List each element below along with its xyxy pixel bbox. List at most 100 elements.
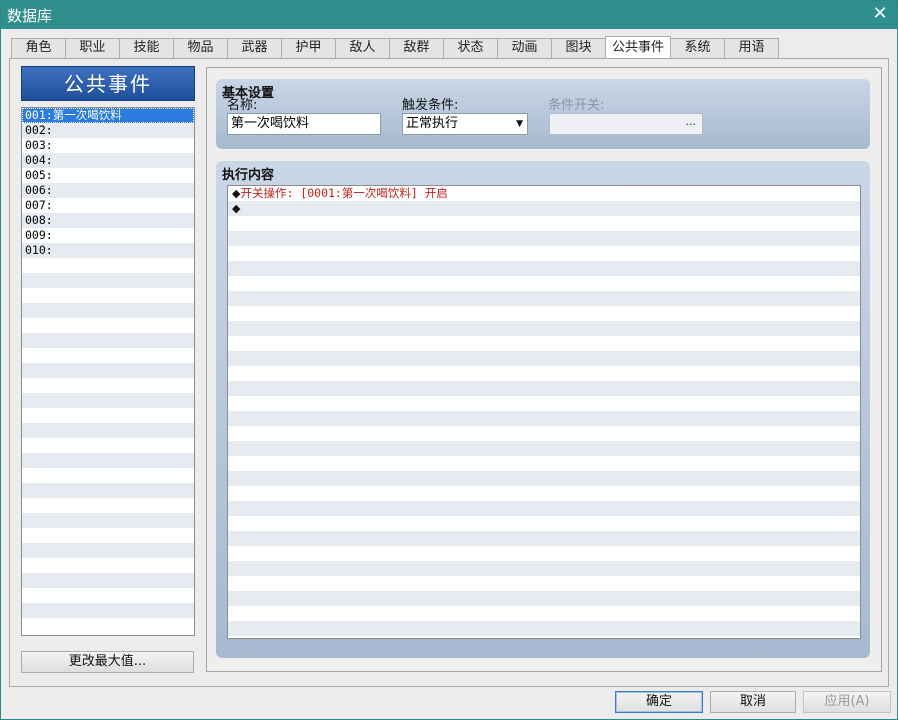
name-field[interactable]: 第一次喝饮料 [227, 113, 381, 135]
window-title: 数据库 [7, 7, 53, 25]
list-item[interactable]: 010: [22, 243, 194, 258]
tab-bar: 角色 职业 技能 物品 武器 护甲 敌人 敌群 状态 动画 图块 公共事件 系统 用语 [11, 36, 779, 58]
list-item[interactable] [22, 288, 194, 303]
tab-8[interactable]: 状态 [443, 38, 498, 58]
list-item[interactable] [22, 363, 194, 378]
list-item[interactable] [22, 528, 194, 543]
command-row[interactable] [228, 396, 860, 411]
command-row[interactable]: ◆ [228, 201, 860, 216]
command-row[interactable] [228, 576, 860, 591]
common-event-list[interactable]: 001:第一次喝饮料 002: 003: 004: 005: 006: 007: 008: 00… [21, 107, 195, 636]
trigger-dropdown[interactable]: 正常执行 ▼ [402, 113, 528, 135]
command-row[interactable] [228, 216, 860, 231]
list-item[interactable] [22, 273, 194, 288]
command-row[interactable] [228, 561, 860, 576]
close-icon[interactable]: ✕ [869, 3, 891, 25]
tab-2[interactable]: 技能 [119, 38, 174, 58]
change-max-button[interactable]: 更改最大值... [21, 651, 194, 673]
list-item[interactable] [22, 258, 194, 273]
name-label: 名称: [227, 98, 258, 113]
list-item[interactable] [22, 348, 194, 363]
switch-field: ... [549, 113, 703, 135]
command-row[interactable] [228, 381, 860, 396]
list-item[interactable]: 007: [22, 198, 194, 213]
list-item[interactable] [22, 588, 194, 603]
chevron-down-icon: ▼ [516, 119, 523, 129]
list-item[interactable] [22, 603, 194, 618]
command-row[interactable] [228, 366, 860, 381]
tab-11[interactable]: 公共事件 [605, 36, 671, 58]
command-row[interactable] [228, 411, 860, 426]
list-item[interactable] [22, 468, 194, 483]
command-row[interactable] [228, 531, 860, 546]
list-item[interactable]: 003: [22, 138, 194, 153]
tab-7[interactable]: 敌群 [389, 38, 444, 58]
tab-0[interactable]: 角色 [11, 38, 66, 58]
command-row[interactable] [228, 246, 860, 261]
tab-10[interactable]: 图块 [551, 38, 606, 58]
cancel-button[interactable]: 取消 [710, 691, 796, 713]
command-row[interactable] [228, 336, 860, 351]
list-item[interactable] [22, 408, 194, 423]
command-row[interactable] [228, 621, 860, 636]
list-item[interactable] [22, 393, 194, 408]
list-item[interactable]: 002: [22, 123, 194, 138]
command-row[interactable] [228, 291, 860, 306]
ok-button[interactable]: 确定 [615, 691, 703, 713]
list-item[interactable]: 004: [22, 153, 194, 168]
command-row[interactable] [228, 471, 860, 486]
tab-3[interactable]: 物品 [173, 38, 228, 58]
tab-9[interactable]: 动画 [497, 38, 552, 58]
list-item[interactable]: 001:第一次喝饮料 [22, 108, 194, 123]
trigger-label: 触发条件: [402, 98, 459, 113]
list-item[interactable]: 008: [22, 213, 194, 228]
command-row[interactable] [228, 456, 860, 471]
command-row[interactable]: ◆开关操作: [0001:第一次喝饮料] 开启 [228, 186, 860, 201]
command-row[interactable] [228, 261, 860, 276]
tab-5[interactable]: 护甲 [281, 38, 336, 58]
list-item[interactable] [22, 573, 194, 588]
apply-button: 应用(A) [803, 691, 891, 713]
command-row[interactable] [228, 306, 860, 321]
list-item[interactable] [22, 618, 194, 633]
list-item[interactable] [22, 498, 194, 513]
title-bar: 数据库 ✕ [1, 1, 897, 29]
basic-settings-group: 基本设置 名称: 第一次喝饮料 触发条件: 正常执行 ▼ 条件开关: ... [216, 79, 870, 149]
command-row[interactable] [228, 546, 860, 561]
tab-6[interactable]: 敌人 [335, 38, 390, 58]
switch-label: 条件开关: [548, 98, 605, 113]
contents-title: 执行内容 [222, 168, 275, 183]
list-item[interactable]: 009: [22, 228, 194, 243]
command-row[interactable] [228, 516, 860, 531]
command-row[interactable] [228, 501, 860, 516]
command-row[interactable] [228, 486, 860, 501]
list-item[interactable] [22, 438, 194, 453]
command-bullet-icon: ◆ [232, 202, 241, 215]
command-row[interactable] [228, 351, 860, 366]
command-row[interactable] [228, 591, 860, 606]
command-row[interactable] [228, 321, 860, 336]
command-row[interactable] [228, 426, 860, 441]
list-item[interactable]: 005: [22, 168, 194, 183]
list-item[interactable]: 006: [22, 183, 194, 198]
command-row[interactable] [228, 441, 860, 456]
command-row[interactable] [228, 606, 860, 621]
tab-12[interactable]: 系统 [670, 38, 725, 58]
command-row[interactable] [228, 276, 860, 291]
list-item[interactable] [22, 453, 194, 468]
trigger-value: 正常执行 [406, 116, 459, 131]
tab-1[interactable]: 职业 [65, 38, 120, 58]
list-item[interactable] [22, 378, 194, 393]
list-item[interactable] [22, 558, 194, 573]
list-item[interactable] [22, 318, 194, 333]
list-item[interactable] [22, 333, 194, 348]
tab-4[interactable]: 武器 [227, 38, 282, 58]
list-item[interactable] [22, 483, 194, 498]
list-item[interactable] [22, 303, 194, 318]
command-row[interactable] [228, 231, 860, 246]
list-item[interactable] [22, 513, 194, 528]
list-item[interactable] [22, 423, 194, 438]
command-list[interactable]: ◆开关操作: [0001:第一次喝饮料] 开启 ◆ [227, 185, 861, 639]
tab-13[interactable]: 用语 [724, 38, 779, 58]
list-item[interactable] [22, 543, 194, 558]
